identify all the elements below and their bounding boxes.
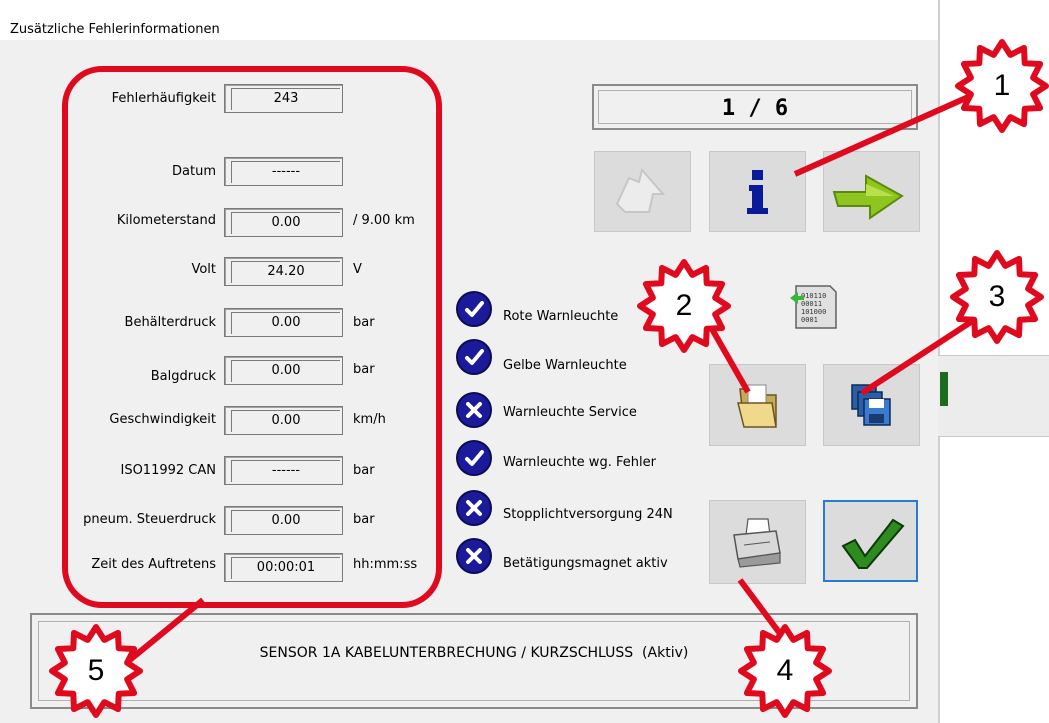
- callout-5: 5: [44, 619, 148, 723]
- annotation-lines: [118, 91, 977, 671]
- callout-2: 2: [632, 254, 736, 358]
- callout-3: 3: [945, 245, 1049, 349]
- callout-1: 1: [950, 34, 1049, 138]
- callout-4: 4: [733, 619, 837, 723]
